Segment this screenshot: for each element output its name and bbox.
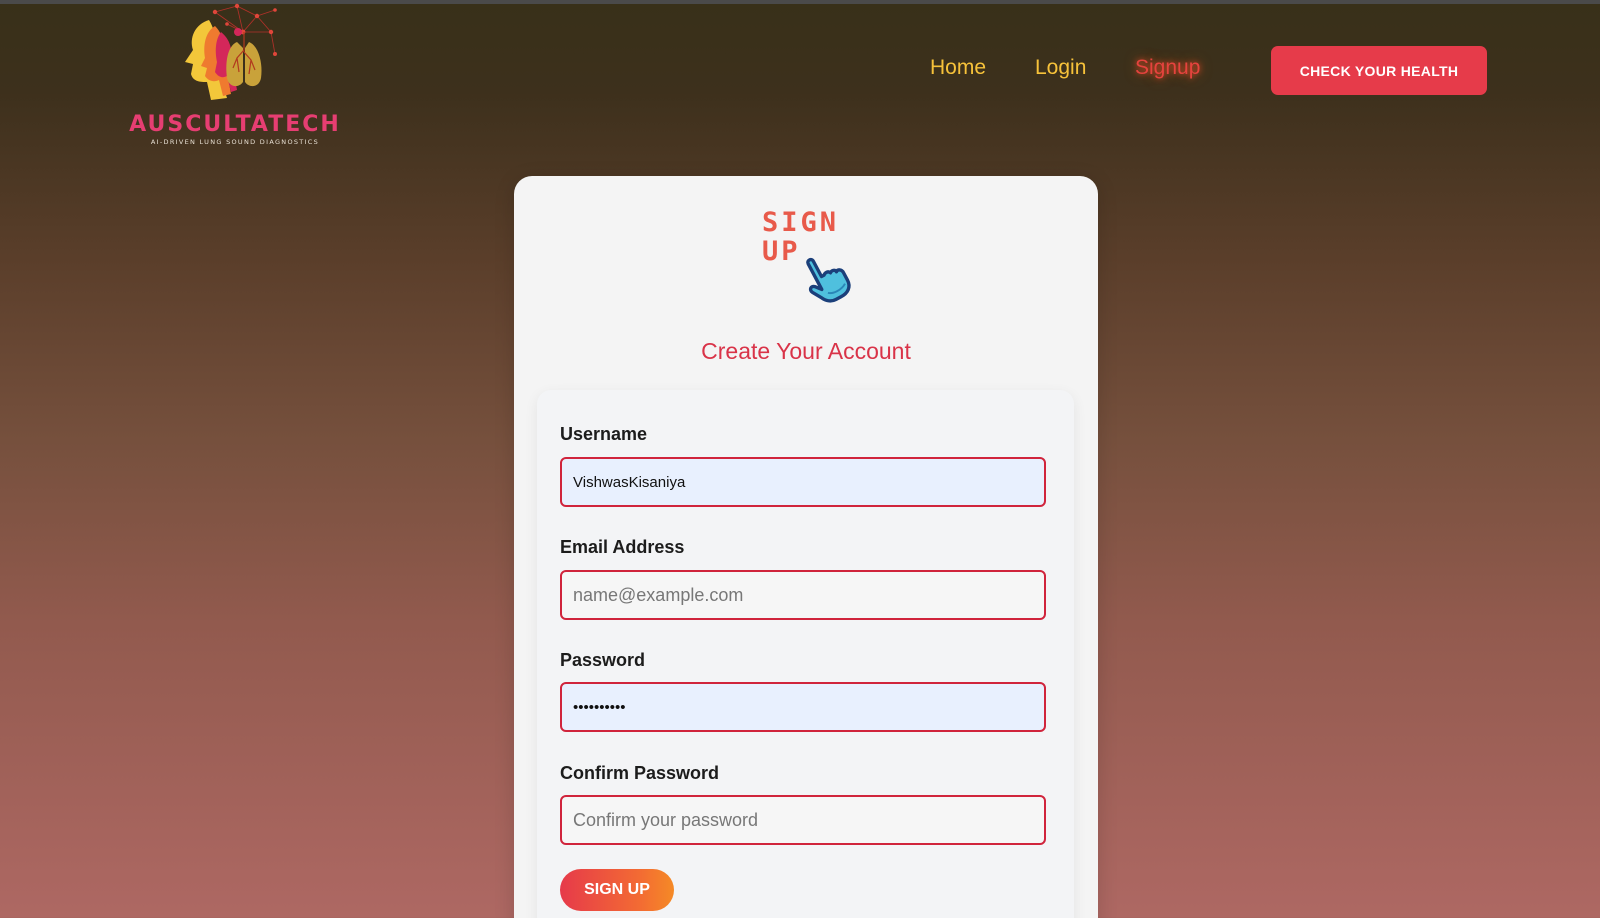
nav-signup-link[interactable]: Signup [1135,56,1200,80]
password-label: Password [560,650,646,670]
sign-up-button[interactable]: SIGN UP [560,869,674,911]
brand-tagline: AI-DRIVEN LUNG SOUND DIAGNOSTICS [150,138,320,146]
site-header: AUSCULTATECH AI-DRIVEN LUNG SOUND DIAGNO… [0,0,1600,150]
nav-login-link[interactable]: Login [1035,56,1086,80]
email-label: Email Address [560,537,685,557]
username-label: Username [560,424,648,444]
signup-badge: SIGN UP [762,208,862,308]
pointing-hand-icon [806,257,851,303]
confirm-password-label: Confirm Password [560,763,720,783]
signup-form: Username Email Address Password Confirm … [537,390,1074,918]
email-field[interactable] [560,570,1046,620]
check-your-health-button[interactable]: CHECK YOUR HEALTH [1271,46,1487,95]
confirm-password-field[interactable] [560,795,1046,845]
password-field[interactable] [560,682,1046,732]
page-title: Create Your Account [701,338,911,364]
username-field[interactable] [560,457,1046,507]
brand-name: AUSCULTATECH [129,112,341,137]
brand-logo[interactable]: AUSCULTATECH AI-DRIVEN LUNG SOUND DIAGNO… [120,2,350,148]
signup-card: SIGN UP Create Your Account Username Ema… [514,176,1098,918]
lung-head-logo-icon [185,3,277,100]
nav-home-link[interactable]: Home [930,56,986,80]
signup-badge-line1: SIGN [762,207,840,238]
